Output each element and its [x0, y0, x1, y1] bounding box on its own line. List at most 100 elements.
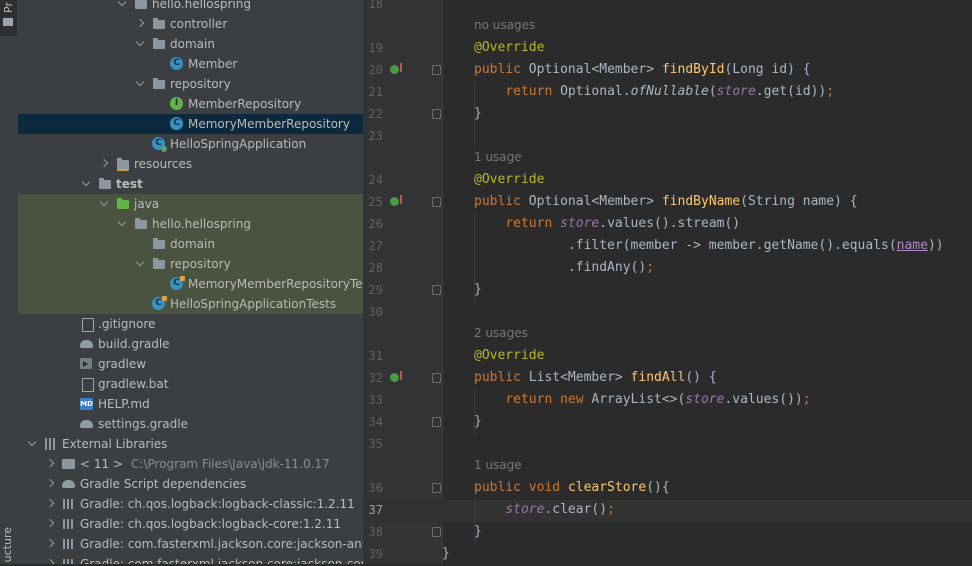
- code-line[interactable]: 23: [363, 126, 972, 148]
- code-line[interactable]: 33 return new ArrayList<>(store.values()…: [363, 390, 972, 412]
- code-line[interactable]: 28 .findAny();: [363, 258, 972, 280]
- tree-item[interactable]: gradlew.bat: [18, 374, 363, 394]
- fold-marker-icon[interactable]: [432, 285, 441, 295]
- chevron-right-icon[interactable]: [98, 157, 110, 171]
- fold-marker-icon[interactable]: [432, 65, 441, 75]
- structure-tool-tab[interactable]: ucture: [1, 527, 14, 562]
- tree-item[interactable]: test: [18, 174, 363, 194]
- fold-marker-icon[interactable]: [432, 109, 441, 119]
- tree-item[interactable]: Gradle: ch.qos.logback:logback-classic:1…: [18, 494, 363, 514]
- chevron-right-icon[interactable]: [44, 537, 56, 551]
- tree-item[interactable]: hello.hellospring: [18, 0, 363, 14]
- gradle-script-icon: [62, 477, 76, 491]
- usage-hint-text[interactable]: 2 usages: [474, 326, 528, 340]
- tree-item[interactable]: MemoryMemberRepository: [18, 114, 363, 134]
- tree-item[interactable]: java: [18, 194, 363, 214]
- code-token: public void: [474, 480, 568, 495]
- chevron-down-icon[interactable]: [134, 77, 146, 91]
- code-line[interactable]: 24 @Override: [363, 170, 972, 192]
- code-line[interactable]: 26 return store.values().stream(): [363, 214, 972, 236]
- usage-hint-line[interactable]: 1 usage: [363, 148, 972, 170]
- tree-item[interactable]: HelloSpringApplicationTests: [18, 294, 363, 314]
- chevron-down-icon[interactable]: [80, 177, 92, 191]
- tree-item[interactable]: repository: [18, 74, 363, 94]
- code-line[interactable]: 22}: [363, 104, 972, 126]
- tree-item[interactable]: Gradle Script dependencies: [18, 474, 363, 494]
- tree-item[interactable]: MemberRepository: [18, 94, 363, 114]
- chevron-down-icon[interactable]: [98, 197, 110, 211]
- code-token: (: [708, 84, 717, 99]
- tree-item-label: MemoryMemberRepository: [188, 117, 350, 131]
- tree-item[interactable]: Gradle: ch.qos.logback:logback-core:1.2.…: [18, 514, 363, 534]
- usage-hint-line[interactable]: 2 usages: [363, 324, 972, 346]
- code-line[interactable]: 19 @Override: [363, 38, 972, 60]
- usage-hint-text[interactable]: 1 usage: [474, 458, 522, 472]
- tree-item[interactable]: External Libraries: [18, 434, 363, 454]
- folder-icon: [152, 17, 166, 31]
- usage-hint-line[interactable]: no usages: [363, 16, 972, 38]
- code-line[interactable]: 35: [363, 434, 972, 456]
- fold-marker-icon[interactable]: [432, 483, 441, 493]
- usage-hint-line[interactable]: 1 usage: [363, 456, 972, 478]
- tree-item[interactable]: build.gradle: [18, 334, 363, 354]
- chevron-right-icon[interactable]: [44, 477, 56, 491]
- fold-marker-icon[interactable]: [432, 417, 441, 427]
- chevron-right-icon[interactable]: [44, 517, 56, 531]
- code-line[interactable]: 36 public void clearStore(){: [363, 478, 972, 500]
- tree-item[interactable]: settings.gradle: [18, 414, 363, 434]
- code-token: }: [474, 414, 482, 429]
- implements-method-icon[interactable]: [390, 371, 402, 382]
- tree-item[interactable]: domain: [18, 234, 363, 254]
- code-line[interactable]: 32 public List<Member> findAll() {: [363, 368, 972, 390]
- tree-item[interactable]: HELP.md: [18, 394, 363, 414]
- code-line[interactable]: 27 .filter(member -> member.getName().eq…: [363, 236, 972, 258]
- code-line[interactable]: 31 @Override: [363, 346, 972, 368]
- shell-script-icon: [80, 357, 94, 371]
- tree-item[interactable]: .gitignore: [18, 314, 363, 334]
- code-line[interactable]: 34}: [363, 412, 972, 434]
- tree-item-label: Gradle: com.fasterxml.jackson.core:jacks…: [80, 537, 363, 551]
- usage-hint-text[interactable]: 1 usage: [474, 150, 522, 164]
- chevron-down-icon[interactable]: [116, 217, 128, 231]
- chevron-right-icon[interactable]: [134, 17, 146, 31]
- code-line[interactable]: 25 public Optional<Member> findByName(Str…: [363, 192, 972, 214]
- tree-item[interactable]: controller: [18, 14, 363, 34]
- tree-item[interactable]: domain: [18, 34, 363, 54]
- chevron-down-icon[interactable]: [134, 257, 146, 271]
- usage-hint-text[interactable]: no usages: [474, 18, 535, 32]
- code-line[interactable]: 38}: [363, 522, 972, 544]
- fold-marker-icon[interactable]: [432, 373, 441, 383]
- implements-method-icon[interactable]: [390, 63, 402, 74]
- code-line[interactable]: 39}: [363, 544, 972, 566]
- project-tool-tab[interactable]: Pr: [0, 0, 17, 36]
- tree-item[interactable]: Member: [18, 54, 363, 74]
- resources-folder-icon: [116, 157, 130, 171]
- tree-item[interactable]: < 11 > C:\Program Files\Java\jdk-11.0.17: [18, 454, 363, 474]
- chevron-right-icon[interactable]: [44, 457, 56, 471]
- tree-item[interactable]: MemoryMemberRepositoryTest: [18, 274, 363, 294]
- code-line[interactable]: 21 return Optional.ofNullable(store.get(…: [363, 82, 972, 104]
- tree-item[interactable]: HelloSpringApplication: [18, 134, 363, 154]
- chevron-down-icon[interactable]: [26, 437, 38, 451]
- code-token: ofNullable: [630, 84, 709, 99]
- chevron-right-icon[interactable]: [44, 557, 56, 564]
- implements-method-icon[interactable]: [390, 195, 402, 206]
- tree-item[interactable]: gradlew: [18, 354, 363, 374]
- code-line[interactable]: 29}: [363, 280, 972, 302]
- chevron-down-icon[interactable]: [116, 0, 128, 11]
- fold-marker-icon[interactable]: [432, 197, 441, 207]
- fold-marker-icon[interactable]: [432, 527, 441, 537]
- tree-item[interactable]: repository: [18, 254, 363, 274]
- tree-item[interactable]: Gradle: com.fasterxml.jackson.core:jacks…: [18, 554, 363, 564]
- chevron-right-icon[interactable]: [44, 497, 56, 511]
- tree-item[interactable]: Gradle: com.fasterxml.jackson.core:jacks…: [18, 534, 363, 554]
- tree-item[interactable]: hello.hellospring: [18, 214, 363, 234]
- code-line[interactable]: 20 public Optional<Member> findById(Long …: [363, 60, 972, 82]
- tree-item[interactable]: resources: [18, 154, 363, 174]
- tree-item-label: MemoryMemberRepositoryTest: [188, 277, 363, 291]
- code-line[interactable]: 37 store.clear();: [363, 500, 972, 522]
- code-line[interactable]: 18: [363, 0, 972, 16]
- code-line[interactable]: 30: [363, 302, 972, 324]
- chevron-down-icon[interactable]: [134, 37, 146, 51]
